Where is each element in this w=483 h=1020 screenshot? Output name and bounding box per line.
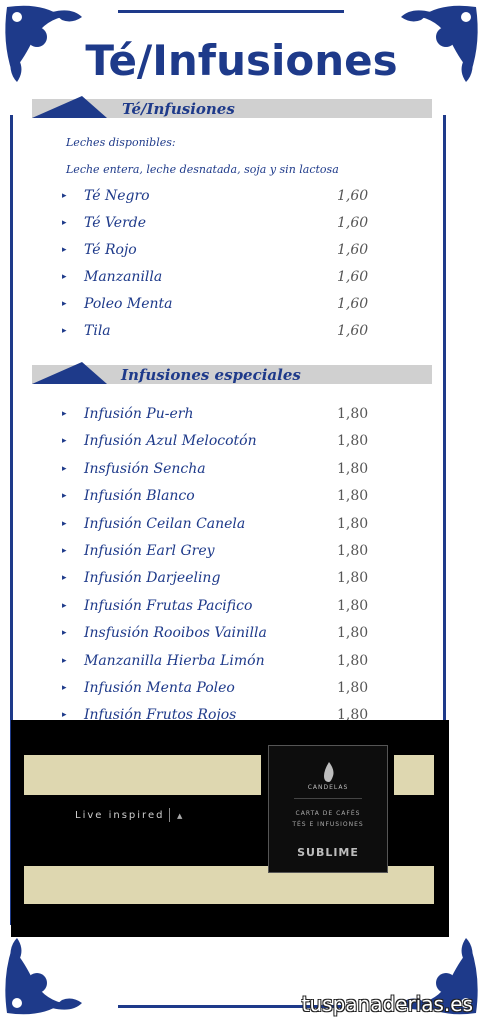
menu-item-price: 1,80: [337, 625, 369, 642]
menu-item-price: 1,80: [337, 680, 369, 696]
milk-note-value: Leche entera, leche desnatada, soja y si…: [66, 163, 339, 176]
menu-item-name: Infusión Pu-erh: [84, 406, 194, 422]
bullet-icon: ▸: [62, 218, 67, 228]
page-title: Té/Infusiones: [85, 36, 398, 85]
menu-item-name: Infusión Ceilan Canela: [84, 515, 246, 532]
menu-item-name: Insfusión Rooibos Vainilla: [84, 625, 267, 642]
menu-item-name: Tila: [84, 323, 111, 339]
menu-item-name: Infusión Menta Poleo: [84, 680, 235, 696]
menu-item-name: Insfusión Sencha: [84, 460, 206, 477]
menu-item: ▸ Manzanilla 1,60: [62, 267, 382, 287]
menu-item: ▸ Infusión Frutas Pacifico 1,80: [62, 596, 382, 616]
promo-divider: [169, 808, 170, 822]
bullet-icon: ▸: [62, 655, 67, 666]
menu-item-price: 1,60: [337, 242, 369, 258]
menu-item-name: Infusión Blanco: [84, 488, 195, 505]
menu-item: ▸ Infusión Menta Poleo 1,80: [62, 678, 382, 698]
menu-item-name: Infusión Earl Grey: [84, 543, 215, 559]
bullet-icon: ▸: [62, 573, 67, 584]
bullet-icon: ▸: [62, 272, 67, 282]
promo-block-top: [24, 755, 261, 795]
menu-item-price: 1,80: [337, 406, 369, 422]
bullet-icon: ▸: [62, 600, 67, 611]
card-line2: TÉS E INFUSIONES: [292, 821, 364, 828]
menu-item-price: 1,80: [337, 543, 369, 559]
menu-item: ▸ Poleo Menta 1,60: [62, 294, 382, 314]
menu-item-name: Infusión Azul Melocotón: [84, 433, 257, 450]
bullet-icon: ▸: [62, 491, 67, 502]
menu-item: ▸ Té Verde 1,60: [62, 213, 382, 233]
bullet-icon: ▸: [62, 436, 67, 447]
section1-title: Té/Infusiones: [122, 100, 235, 118]
menu-item: ▸ Infusión Pu-erh 1,80: [62, 404, 382, 424]
menu-item: ▸ Infusión Darjeeling 1,80: [62, 568, 382, 588]
promo-small-logo-icon: ▲: [177, 812, 183, 820]
bullet-icon: ▸: [62, 299, 67, 309]
menu-item: ▸ Infusión Ceilan Canela 1,80: [62, 514, 382, 534]
menu-item: ▸ Tila 1,60: [62, 321, 382, 341]
bullet-icon: ▸: [62, 191, 67, 201]
candelas-flame-icon: [324, 762, 334, 782]
menu-item-name: Infusión Darjeeling: [84, 570, 221, 587]
section2-accent-icon: [32, 362, 107, 384]
menu-item-name: Infusión Frutas Pacifico: [84, 597, 253, 614]
menu-item: ▸ Té Rojo 1,60: [62, 240, 382, 260]
bullet-icon: ▸: [62, 518, 67, 529]
menu-item: ▸ Infusión Blanco 1,80: [62, 486, 382, 506]
menu-item-price: 1,80: [337, 433, 369, 450]
menu-item: ▸ Insfusión Rooibos Vainilla 1,80: [62, 623, 382, 643]
menu-item: ▸ Infusión Earl Grey 1,80: [62, 541, 382, 561]
menu-item: ▸ Insfusión Sencha 1,80: [62, 459, 382, 479]
menu-item-price: 1,80: [337, 597, 369, 614]
menu-item-name: Té Rojo: [84, 242, 137, 258]
bullet-icon: ▸: [62, 409, 67, 419]
card-line1: CARTA DE CAFÉS: [295, 810, 361, 817]
promo-slogan: Live inspired: [75, 810, 165, 821]
bullet-icon: ▸: [62, 546, 67, 556]
menu-item: ▸ Manzanilla Hierba Limón 1,80: [62, 651, 382, 671]
menu-item-price: 1,60: [337, 296, 369, 312]
menu-item-name: Té Verde: [84, 215, 147, 231]
section1-accent-icon: [32, 96, 107, 118]
menu-item-price: 1,60: [337, 323, 369, 339]
menu-item-name: Manzanilla: [84, 269, 163, 285]
menu-item-price: 1,80: [337, 515, 369, 532]
card-brand: CANDELAS: [307, 784, 349, 791]
menu-item-name: Té Negro: [84, 188, 150, 204]
menu-item-price: 1,80: [337, 652, 369, 669]
frame-top-line: [118, 10, 344, 13]
bullet-icon: ▸: [62, 683, 67, 693]
menu-item-price: 1,80: [337, 570, 369, 587]
bullet-icon: ▸: [62, 326, 67, 336]
menu-item-price: 1,60: [337, 215, 369, 231]
product-card: CANDELAS CARTA DE CAFÉS TÉS E INFUSIONES…: [268, 745, 388, 873]
promo-block-right: [394, 755, 434, 795]
menu-item-price: 1,60: [337, 188, 369, 204]
card-divider: [294, 798, 362, 799]
card-product: SUBLIME: [297, 846, 359, 859]
menu-item: ▸ Té Negro 1,60: [62, 186, 382, 206]
milk-note-label: Leches disponibles:: [66, 136, 176, 149]
menu-item-name: Poleo Menta: [84, 296, 173, 312]
menu-item-price: 1,80: [337, 488, 369, 505]
menu-item-name: Manzanilla Hierba Limón: [84, 652, 265, 669]
bullet-icon: ▸: [62, 245, 67, 255]
watermark: tuspanaderias.es: [301, 992, 473, 1016]
bullet-icon: ▸: [62, 628, 67, 639]
section2-title: Infusiones especiales: [121, 366, 301, 384]
menu-item-price: 1,60: [337, 269, 369, 285]
menu-item-price: 1,80: [337, 460, 369, 477]
menu-item: ▸ Infusión Azul Melocotón 1,80: [62, 431, 382, 451]
bullet-icon: ▸: [62, 463, 67, 474]
